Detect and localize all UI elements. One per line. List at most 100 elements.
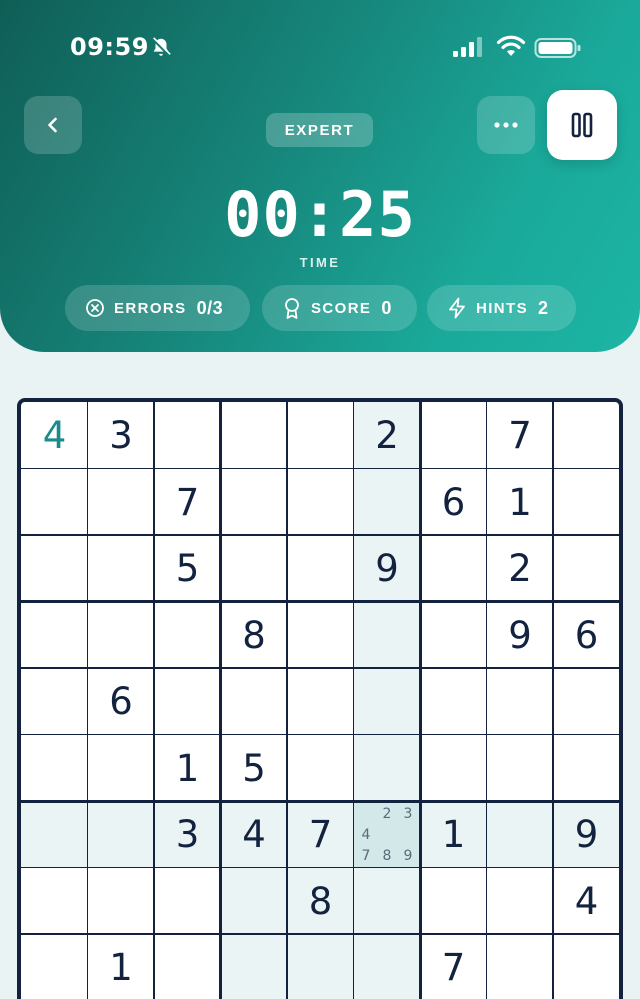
box-divider-horizontal — [21, 600, 619, 603]
sudoku-cell-r8c6[interactable] — [353, 867, 421, 935]
sudoku-cell-r4c7[interactable] — [420, 602, 487, 669]
sudoku-cell-r7c7[interactable]: 1 — [420, 801, 487, 868]
sudoku-cell-r4c2[interactable] — [88, 602, 155, 669]
sudoku-cell-r9c7[interactable]: 7 — [420, 934, 487, 999]
sudoku-cell-r2c1[interactable] — [21, 469, 88, 536]
sudoku-cell-r9c2[interactable]: 1 — [88, 934, 155, 999]
more-options-button[interactable] — [477, 96, 535, 154]
sudoku-cell-r7c3[interactable]: 3 — [154, 801, 221, 868]
sudoku-cell-r1c4[interactable] — [221, 402, 288, 469]
sudoku-cell-r6c7[interactable] — [420, 735, 487, 802]
sudoku-cell-r4c4[interactable]: 8 — [221, 602, 288, 669]
sudoku-cell-r9c3[interactable] — [154, 934, 221, 999]
sudoku-cell-r5c7[interactable] — [420, 668, 487, 735]
sudoku-cell-r5c3[interactable] — [154, 668, 221, 735]
sudoku-cell-r1c5[interactable] — [287, 402, 354, 469]
hints-stat[interactable]: HINTS 2 — [427, 285, 576, 331]
sudoku-cell-r3c9[interactable] — [553, 535, 619, 602]
grid-line-horizontal — [21, 667, 619, 669]
note-digit: 2 — [382, 805, 392, 822]
sudoku-cell-r8c1[interactable] — [21, 868, 88, 935]
grid-line-vertical — [286, 402, 288, 999]
sudoku-cell-r9c1[interactable] — [21, 934, 88, 999]
sudoku-cell-r8c9[interactable]: 4 — [553, 868, 619, 935]
sudoku-cell-r5c5[interactable] — [287, 668, 354, 735]
sudoku-cell-r1c6[interactable]: 2 — [353, 402, 421, 469]
sudoku-cell-r6c3[interactable]: 1 — [154, 735, 221, 802]
note-digit: 7 — [361, 847, 371, 864]
sudoku-cell-r2c2[interactable] — [88, 469, 155, 536]
sudoku-cell-r9c6[interactable] — [353, 934, 421, 999]
sudoku-cell-r8c7[interactable] — [420, 868, 487, 935]
sudoku-cell-r8c8[interactable] — [487, 868, 554, 935]
pencil-notes: 23 4 789 — [356, 803, 419, 866]
sudoku-cell-r5c9[interactable] — [553, 668, 619, 735]
sudoku-cell-r6c4[interactable]: 5 — [221, 735, 288, 802]
sudoku-cell-r9c5[interactable] — [287, 934, 354, 999]
sudoku-cell-r7c9[interactable]: 9 — [553, 801, 619, 868]
note-digit — [398, 824, 419, 845]
sudoku-cell-r2c9[interactable] — [553, 469, 619, 536]
sudoku-cell-r3c7[interactable] — [420, 535, 487, 602]
sudoku-cell-r3c1[interactable] — [21, 535, 88, 602]
sudoku-cell-r6c5[interactable] — [287, 735, 354, 802]
note-digit: 3 — [403, 805, 413, 822]
sudoku-cell-r7c4[interactable]: 4 — [220, 801, 288, 868]
sudoku-cell-r2c8[interactable]: 1 — [487, 469, 554, 536]
sudoku-cell-r7c1[interactable] — [21, 801, 88, 868]
sudoku-cell-r3c5[interactable] — [287, 535, 354, 602]
sudoku-cell-r8c3[interactable] — [154, 868, 221, 935]
sudoku-cell-r7c6[interactable]: 23 4 789 — [353, 801, 421, 868]
sudoku-cell-r3c8[interactable]: 2 — [487, 535, 554, 602]
sudoku-cell-r2c3[interactable]: 7 — [154, 469, 221, 536]
sudoku-cell-r1c7[interactable] — [420, 402, 487, 469]
sudoku-cell-r5c2[interactable]: 6 — [88, 668, 155, 735]
sudoku-cell-r6c1[interactable] — [21, 735, 88, 802]
sudoku-cell-r7c5[interactable]: 7 — [287, 801, 354, 868]
lightning-icon — [449, 297, 465, 319]
back-button[interactable] — [24, 96, 82, 154]
sudoku-cell-r7c2[interactable] — [87, 801, 155, 868]
sudoku-cell-r6c6[interactable] — [353, 734, 421, 802]
sudoku-cell-r3c2[interactable] — [88, 535, 155, 602]
sudoku-cell-r1c9[interactable] — [553, 402, 619, 469]
more-icon — [494, 122, 518, 128]
sudoku-cell-r5c4[interactable] — [221, 668, 288, 735]
sudoku-cell-r2c6[interactable] — [353, 468, 421, 536]
sudoku-cell-r1c8[interactable]: 7 — [487, 402, 554, 469]
sudoku-cell-r7c8[interactable] — [486, 801, 554, 868]
sudoku-cell-r5c6[interactable] — [353, 668, 421, 735]
sudoku-cell-r4c1[interactable] — [21, 602, 88, 669]
sudoku-cell-r6c8[interactable] — [487, 735, 554, 802]
hints-label: HINTS — [476, 299, 528, 317]
sudoku-cell-r4c5[interactable] — [287, 602, 354, 669]
sudoku-cell-r5c1[interactable] — [21, 668, 88, 735]
sudoku-cell-r3c4[interactable] — [221, 535, 288, 602]
sudoku-cell-r1c1[interactable]: 4 — [21, 402, 88, 469]
sudoku-cell-r6c9[interactable] — [553, 735, 619, 802]
sudoku-cell-r6c2[interactable] — [88, 735, 155, 802]
sudoku-board: 4327761592896615347234789198417 — [17, 398, 623, 999]
sudoku-cell-r4c9[interactable]: 6 — [553, 602, 619, 669]
sudoku-cell-r9c9[interactable] — [553, 934, 619, 999]
sudoku-cell-r2c5[interactable] — [287, 469, 354, 536]
sudoku-cell-r3c3[interactable]: 5 — [154, 535, 221, 602]
sudoku-cell-r8c5[interactable]: 8 — [287, 867, 354, 935]
sudoku-cell-r9c4[interactable] — [220, 934, 288, 999]
sudoku-cell-r4c8[interactable]: 9 — [487, 602, 554, 669]
grid-line-vertical — [352, 402, 355, 999]
sudoku-cell-r4c6[interactable] — [353, 601, 421, 669]
sudoku-cell-r9c8[interactable] — [487, 934, 554, 999]
sudoku-cell-r1c2[interactable]: 3 — [88, 402, 155, 469]
sudoku-cell-r2c7[interactable]: 6 — [420, 469, 487, 536]
sudoku-cell-r4c3[interactable] — [154, 602, 221, 669]
sudoku-cell-r8c2[interactable] — [88, 868, 155, 935]
sudoku-cell-r1c3[interactable] — [154, 402, 221, 469]
note-digit: 8 — [382, 847, 392, 864]
sudoku-cell-r5c8[interactable] — [487, 668, 554, 735]
sudoku-cell-r2c4[interactable] — [221, 469, 288, 536]
sudoku-cell-r3c6[interactable]: 9 — [353, 535, 421, 602]
note-digit: 9 — [403, 847, 413, 864]
pause-button[interactable] — [547, 90, 617, 160]
sudoku-cell-r8c4[interactable] — [220, 867, 288, 935]
